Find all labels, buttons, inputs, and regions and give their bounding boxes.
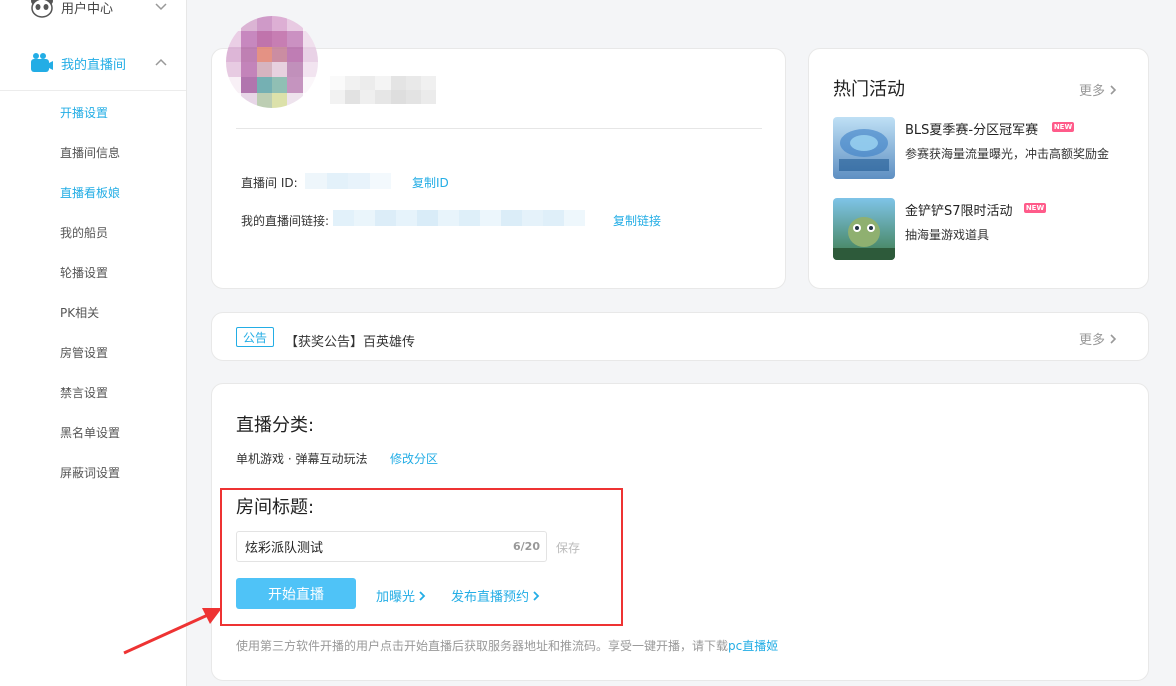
notice-more-link[interactable]: 更多	[1079, 329, 1118, 348]
hot-more-link[interactable]: 更多	[1079, 80, 1118, 99]
room-link-label: 我的直播间链接:	[241, 214, 330, 228]
activity-desc: 抽海量游戏道具	[905, 228, 990, 242]
activity-thumbnail-bls[interactable]	[833, 117, 895, 179]
username-blurred	[330, 76, 436, 104]
sidebar-group-label: 我的直播间	[61, 57, 127, 73]
activity-title[interactable]: BLS夏季赛-分区冠军赛	[905, 119, 1038, 138]
room-link-blurred	[333, 210, 585, 226]
tft-banner-image	[833, 198, 895, 260]
sidebar-item-live-mascot[interactable]: 直播看板娘	[60, 184, 120, 201]
sidebar-item-room-info[interactable]: 直播间信息	[60, 144, 120, 161]
notice-tag: 公告	[236, 327, 274, 347]
note-text: 使用第三方软件开播的用户点击开始直播后获取服务器地址和推流码。享受一键开播，请下…	[236, 639, 729, 653]
tv-icon	[31, 53, 53, 72]
sidebar-item-mute[interactable]: 禁言设置	[60, 384, 108, 401]
sidebar-group-my-live-room[interactable]: 我的直播间	[0, 40, 186, 86]
save-button[interactable]: 保存	[556, 539, 580, 556]
room-id-label: 直播间 ID:	[241, 176, 298, 190]
sidebar-item-crew[interactable]: 我的船员	[60, 224, 108, 241]
more-label: 更多	[1079, 84, 1106, 99]
room-title-input[interactable]	[245, 532, 495, 561]
category-value: 单机游戏 · 弹幕互动玩法	[236, 452, 368, 466]
sidebar-item-room-admin[interactable]: 房管设置	[60, 344, 108, 361]
panda-icon	[31, 0, 53, 18]
new-badge: NEW	[1024, 203, 1046, 213]
sidebar-item-start-settings[interactable]: 开播设置	[60, 104, 108, 121]
sidebar-item-blacklist[interactable]: 黑名单设置	[60, 424, 120, 441]
activity-desc: 参赛获海量流量曝光，冲击高额奖励金	[905, 147, 1110, 161]
pc-live-link[interactable]: pc直播姬	[728, 639, 778, 653]
room-title-field[interactable]: 6/20	[236, 531, 547, 562]
copy-id-link[interactable]: 复制ID	[412, 174, 449, 191]
sidebar-item-blocked-words[interactable]: 屏蔽词设置	[60, 464, 120, 481]
sidebar-item-carousel[interactable]: 轮播设置	[60, 264, 108, 281]
activity-title[interactable]: 金铲铲S7限时活动	[905, 200, 1013, 219]
avatar	[226, 16, 318, 108]
char-counter: 6/20	[513, 540, 540, 553]
chevron-right-icon	[1110, 84, 1117, 95]
category-heading: 直播分类:	[236, 415, 315, 436]
sidebar-divider	[0, 90, 186, 91]
edit-category-link[interactable]: 修改分区	[390, 450, 438, 467]
bls-banner-image	[833, 117, 895, 179]
chevron-right-icon	[1110, 333, 1117, 344]
activity-thumbnail-tft[interactable]	[833, 198, 895, 260]
room-id-blurred	[305, 173, 391, 189]
room-title-heading: 房间标题:	[236, 497, 315, 518]
sidebar-group-label: 用户中心	[61, 1, 114, 17]
chevron-right-icon	[533, 590, 540, 601]
copy-link-link[interactable]: 复制链接	[613, 212, 661, 229]
hot-activities-title: 热门活动	[833, 79, 905, 100]
notice-text[interactable]: 【获奖公告】百英雄传	[285, 331, 415, 350]
chevron-up-icon	[155, 58, 167, 66]
sidebar-item-pk[interactable]: PK相关	[60, 304, 99, 321]
new-badge: NEW	[1052, 122, 1074, 132]
more-label: 更多	[1079, 333, 1106, 348]
sidebar: 用户中心 我的直播间 开播设置 直播间信息 直播看板娘 我的船员 轮播设置 PK…	[0, 0, 187, 686]
sidebar-group-user-center[interactable]: 用户中心	[0, 0, 186, 30]
profile-divider	[236, 128, 762, 129]
chevron-down-icon	[155, 3, 167, 11]
publish-reservation-link[interactable]: 发布直播预约	[451, 586, 541, 605]
chevron-right-icon	[419, 590, 426, 601]
third-party-note: 使用第三方软件开播的用户点击开始直播后获取服务器地址和推流码。享受一键开播，请下…	[236, 637, 778, 654]
boost-label: 加曝光	[376, 590, 416, 605]
start-live-button[interactable]: 开始直播	[236, 578, 356, 609]
boost-exposure-link[interactable]: 加曝光	[376, 586, 427, 605]
reservation-label: 发布直播预约	[451, 590, 530, 605]
